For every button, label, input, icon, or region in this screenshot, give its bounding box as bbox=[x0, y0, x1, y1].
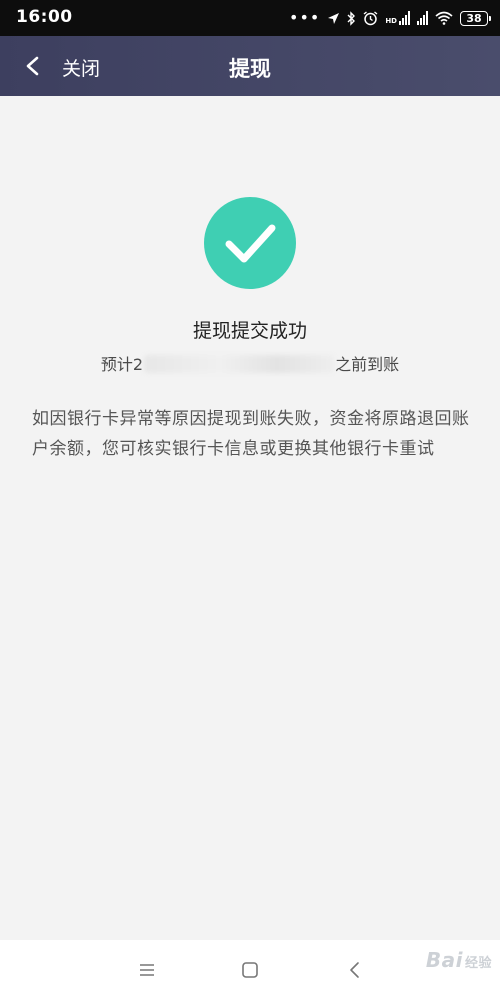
signal-icon-2 bbox=[417, 11, 428, 25]
baidu-watermark: Bai 经验 bbox=[426, 948, 492, 972]
success-title: 提现提交成功 bbox=[192, 320, 307, 342]
more-notifications-icon: ••• bbox=[289, 8, 321, 27]
chevron-left-icon bbox=[26, 56, 39, 76]
back-icon bbox=[350, 962, 359, 978]
system-navigation-bar: Bai 经验 bbox=[0, 940, 500, 1000]
failure-notice: 如因银行卡异常等原因提现到账失败，资金将原路退回账户余额，您可核实银行卡信息或更… bbox=[32, 409, 470, 459]
success-badge bbox=[204, 197, 296, 289]
home-icon bbox=[242, 962, 258, 978]
location-icon bbox=[328, 12, 340, 24]
close-button[interactable]: 关闭 bbox=[0, 36, 130, 96]
watermark-suffix: 经验 bbox=[464, 956, 492, 971]
eta-suffix: 之前到账 bbox=[335, 355, 400, 374]
status-icons: ••• HD 38 bbox=[289, 6, 491, 30]
arrival-estimate: 预计2 之前到账 bbox=[0, 351, 500, 375]
alarm-icon bbox=[363, 10, 378, 25]
status-bar: 16:00 ••• HD 38 bbox=[0, 0, 500, 36]
wifi-icon bbox=[435, 11, 453, 25]
menu-button[interactable] bbox=[135, 958, 159, 982]
hd-label: HD bbox=[385, 17, 397, 25]
close-label: 关闭 bbox=[62, 58, 101, 80]
status-time: 16:00 bbox=[16, 7, 73, 27]
battery-icon: 38 bbox=[460, 10, 491, 26]
menu-icon bbox=[140, 964, 154, 976]
checkmark-icon bbox=[225, 224, 276, 263]
home-button[interactable] bbox=[238, 958, 262, 982]
nav-bar: 关闭 提现 bbox=[0, 36, 500, 96]
redacted-date bbox=[144, 355, 335, 373]
bluetooth-icon bbox=[347, 10, 356, 26]
eta-prefix: 预计2 bbox=[100, 355, 144, 374]
watermark-text: Bai bbox=[425, 948, 463, 972]
signal-icon: HD bbox=[385, 11, 410, 25]
back-button[interactable] bbox=[343, 958, 367, 982]
